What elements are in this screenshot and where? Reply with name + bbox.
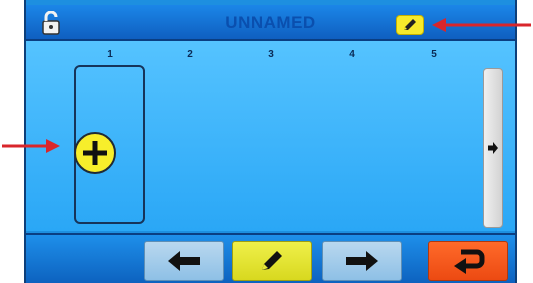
pencil-icon [262,251,282,270]
bottom-toolbar [26,233,515,283]
arrow-right-icon [488,142,498,154]
column-number-2: 2 [187,49,193,60]
column-number-4: 4 [349,49,355,60]
arrow-right-icon [346,251,378,271]
annotation-arrow-icon [432,18,531,32]
column-number-5: 5 [431,49,437,60]
arrow-left-icon [168,251,200,271]
annotation-arrow-icon [2,139,60,153]
return-arrow-icon [454,249,485,274]
edit-button[interactable] [232,241,312,281]
back-button[interactable] [144,241,224,281]
plus-icon [83,141,107,165]
edit-name-button[interactable] [396,15,424,35]
column-number-1: 1 [107,49,113,60]
column-number-3: 3 [268,49,274,60]
add-button[interactable] [74,132,116,174]
pencil-icon [404,19,416,30]
next-page-button[interactable] [483,68,503,228]
device-screen: UNNAMED 1 2 3 4 5 [24,0,517,283]
forward-button[interactable] [322,241,402,281]
return-button[interactable] [428,241,508,281]
